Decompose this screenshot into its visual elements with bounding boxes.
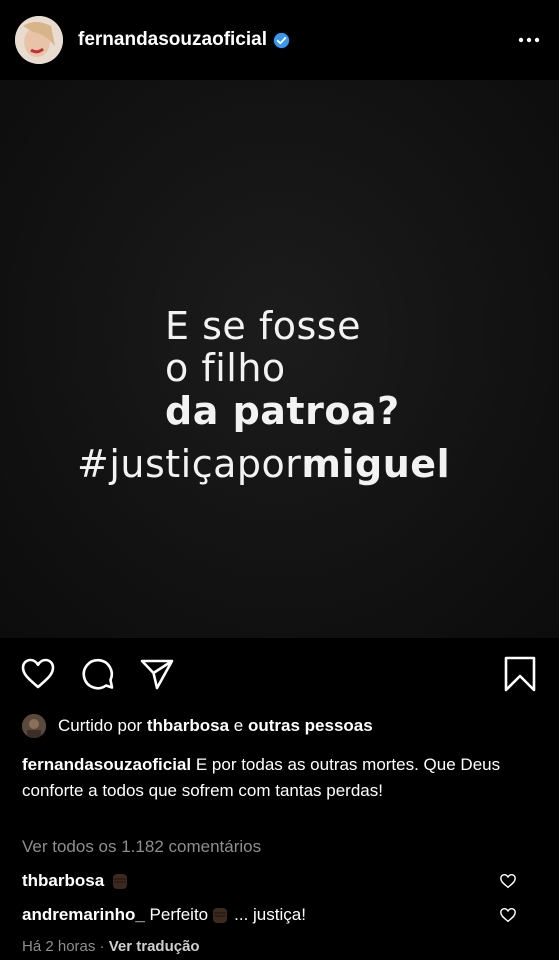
see-translation-link[interactable]: Ver tradução [109,938,200,955]
send-icon [140,659,174,690]
comment-like-icon[interactable] [499,872,517,890]
bookmark-icon [504,656,536,692]
post-author[interactable]: fernandasouzaoficial [78,29,290,51]
save-button[interactable] [502,656,538,692]
likes-user[interactable]: thbarbosa [147,716,229,736]
post-caption: fernandasouzaoficial E por todas as outr… [22,752,532,804]
post-header: fernandasouzaoficial [0,0,559,80]
hashtag-part-b: miguel [301,442,451,486]
post-image[interactable]: E se fosse o filho da patroa? #justiçapo… [0,80,559,638]
likes-summary[interactable]: Curtido por thbarbosa e outras pessoas [22,714,373,738]
post-text-line-1: E se fosse [165,304,361,348]
raised-fist-emoji-icon [113,874,128,889]
likes-joiner: e [233,716,244,735]
likes-prefix: Curtido por [58,716,143,735]
comment-item: andremarinho_ Perfeito ... justiça! [22,905,537,925]
post-timestamp: Há 2 horas [22,938,96,955]
post-text-line-3: da patroa? [165,389,400,433]
profile-avatar[interactable] [15,16,63,64]
comment-icon [82,658,114,690]
share-button[interactable] [139,656,175,692]
action-bar [0,638,559,708]
comment-like-icon[interactable] [499,906,517,924]
verified-badge-icon [273,32,290,48]
like-button[interactable] [20,656,56,692]
heart-outline-icon [21,658,55,689]
post-text-hashtag: #justiçapormiguel [77,445,450,483]
post-author-name[interactable]: fernandasouzaoficial [78,29,267,51]
raised-fist-emoji-icon [213,908,228,923]
comment-user[interactable]: thbarbosa [22,871,104,891]
likes-others[interactable]: outras pessoas [248,716,373,736]
comment-user[interactable]: andremarinho_ [22,905,145,925]
comment-item: thbarbosa [22,871,537,891]
comment-button[interactable] [80,656,116,692]
post-text-line-2: o filho [165,346,286,390]
caption-user[interactable]: fernandasouzaoficial [22,755,191,774]
more-horizontal-icon[interactable] [517,28,541,52]
post-footer: Há 2 horas · Ver tradução [22,938,200,955]
hashtag-part-a: #justiçapor [77,442,302,486]
comment-suffix: ... justiça! [234,905,306,924]
footer-separator: · [99,938,105,955]
view-all-comments-link[interactable]: Ver todos os 1.182 comentários [22,837,261,857]
comment-text: Perfeito [149,905,209,924]
liker-avatar [22,714,46,738]
